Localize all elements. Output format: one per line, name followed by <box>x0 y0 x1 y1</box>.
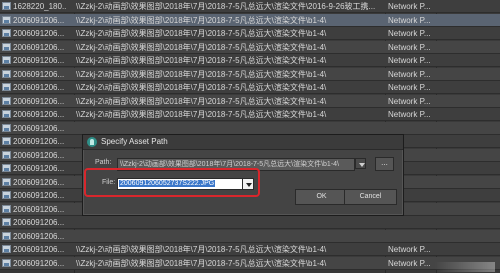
list-item[interactable]: 2006091206... \\Zzkj-2\动画部\效果图部\2018年\7月\… <box>0 27 500 40</box>
path-label: Path: <box>95 159 112 166</box>
asset-name: 2006091206... <box>13 29 65 38</box>
list-item[interactable]: 2006091206... <box>0 229 500 243</box>
image-file-icon <box>2 96 11 105</box>
ok-button[interactable]: OK <box>295 189 348 205</box>
asset-name: 2006091206... <box>13 150 65 160</box>
browse-button[interactable]: ... <box>375 157 394 171</box>
asset-name: 2006091206... <box>13 69 65 79</box>
list-item[interactable]: 2006091206... \\Zzkj-2\动画部\效果图部\2018年\7月\… <box>0 94 500 108</box>
dialog-titlebar[interactable]: Specify Asset Path <box>83 135 403 150</box>
asset-path: \\Zzkj-2\动画部\效果图部\2018年\7月\2018-7-5凡总远大\… <box>76 29 327 38</box>
asset-name: 2006091206... <box>13 83 65 92</box>
asset-name: 2006091206... <box>13 231 65 241</box>
asset-path: \\Zzkj-2\动画部\效果图部\2018年\7月\2018-7-5凡总远大\… <box>76 42 327 52</box>
image-file-icon <box>2 15 11 24</box>
image-file-icon <box>2 123 11 132</box>
image-file-icon <box>2 204 11 213</box>
asset-name: 2006091206... <box>13 245 65 254</box>
asset-name: 2006091206... <box>13 42 65 52</box>
list-item[interactable]: 2006091206... \\Zzkj-2\动画部\效果图部\2018年\7月\… <box>0 256 500 270</box>
list-item[interactable]: 2006091206... \\Zzkj-2\动画部\效果图部\2018年\7月\… <box>0 81 500 94</box>
asset-name: 2006091206... <box>13 218 65 227</box>
asset-name: 2006091206... <box>13 15 65 25</box>
asset-status: Network P... <box>388 2 431 11</box>
asset-status: Network P... <box>388 42 431 52</box>
image-file-icon <box>2 56 11 64</box>
asset-path: \\Zzkj-2\动画部\效果图部\2018年\7月\2018-7-5凡总远大\… <box>76 2 376 11</box>
list-item[interactable]: 2006091206... \\Zzkj-2\动画部\效果图部\2018年\7月\… <box>0 108 500 121</box>
list-item[interactable]: 2006091206... \\Zzkj-2\动画部\效果图部\2018年\7月\… <box>0 243 500 256</box>
dialog-title: Specify Asset Path <box>101 137 168 146</box>
watermark <box>435 262 495 272</box>
asset-path: \\Zzkj-2\动画部\效果图部\2018年\7月\2018-7-5凡总远大\… <box>76 110 327 119</box>
asset-path: \\Zzkj-2\动画部\效果图部\2018年\7月\2018-7-5凡总远大\… <box>76 15 327 25</box>
image-file-icon <box>2 231 11 240</box>
asset-status: Network P... <box>388 15 431 25</box>
image-file-icon <box>2 164 11 172</box>
asset-name: 2006091206... <box>13 110 65 119</box>
asset-name: 2006091206... <box>13 123 65 133</box>
3dsmax-app-icon <box>87 137 97 147</box>
list-item[interactable]: 2006091206... \\Zzkj-2\动画部\效果图部\2018年\7月\… <box>0 67 500 81</box>
list-item[interactable]: 1628220_180... \\Zzkj-2\动画部\效果图部\2018年\7月… <box>0 0 500 13</box>
asset-status: Network P... <box>388 110 431 119</box>
image-file-icon <box>2 218 11 226</box>
asset-path: \\Zzkj-2\动画部\效果图部\2018年\7月\2018-7-5凡总远大\… <box>76 96 327 106</box>
asset-path: \\Zzkj-2\动画部\效果图部\2018年\7月\2018-7-5凡总远大\… <box>76 56 327 65</box>
red-highlight-box <box>84 168 260 197</box>
image-file-icon <box>2 191 11 199</box>
asset-name: 1628220_180... <box>13 2 66 11</box>
image-file-icon <box>2 110 11 118</box>
image-file-icon <box>2 29 11 37</box>
image-file-icon <box>2 245 11 253</box>
chevron-down-icon <box>359 163 365 167</box>
asset-status: Network P... <box>388 69 431 79</box>
list-item[interactable]: 2006091206... \\Zzkj-2\动画部\效果图部\2018年\7月\… <box>0 13 500 27</box>
asset-path: \\Zzkj-2\动画部\效果图部\2018年\7月\2018-7-5凡总远大\… <box>76 83 327 92</box>
image-file-icon <box>2 83 11 91</box>
list-item[interactable]: 2006091206... <box>0 121 500 135</box>
image-file-icon <box>2 42 11 51</box>
asset-status: Network P... <box>388 83 431 92</box>
cancel-button[interactable]: Cancel <box>344 189 397 205</box>
asset-name: 2006091206... <box>13 164 65 173</box>
asset-name: 2006091206... <box>13 177 65 187</box>
image-file-icon <box>2 2 11 10</box>
image-file-icon <box>2 69 11 78</box>
asset-path: \\Zzkj-2\动画部\效果图部\2018年\7月\2018-7-5凡总远大\… <box>76 69 327 79</box>
image-file-icon <box>2 137 11 145</box>
image-file-icon <box>2 258 11 267</box>
image-file-icon <box>2 177 11 186</box>
path-dropdown-button[interactable] <box>355 158 366 169</box>
asset-name: 2006091206... <box>13 191 65 200</box>
asset-status: Network P... <box>388 29 431 38</box>
asset-name: 2006091206... <box>13 96 65 106</box>
asset-name: 2006091206... <box>13 137 65 146</box>
asset-status: Network P... <box>388 56 431 65</box>
image-file-icon <box>2 150 11 159</box>
asset-status: Network P... <box>388 258 431 268</box>
asset-path: \\Zzkj-2\动画部\效果图部\2018年\7月\2018-7-5凡总远大\… <box>76 258 327 268</box>
list-item[interactable]: 2006091206... \\Zzkj-2\动画部\效果图部\2018年\7月\… <box>0 40 500 54</box>
list-item[interactable]: 2006091206... \\Zzkj-2\动画部\效果图部\2018年\7月\… <box>0 54 500 67</box>
asset-status: Network P... <box>388 245 431 254</box>
asset-path: \\Zzkj-2\动画部\效果图部\2018年\7月\2018-7-5凡总远大\… <box>76 245 327 254</box>
asset-name: 2006091206... <box>13 204 65 214</box>
list-item[interactable]: 2006091206... <box>0 216 500 229</box>
asset-status: Network P... <box>388 96 431 106</box>
asset-name: 2006091206... <box>13 258 65 268</box>
asset-name: 2006091206... <box>13 56 65 65</box>
